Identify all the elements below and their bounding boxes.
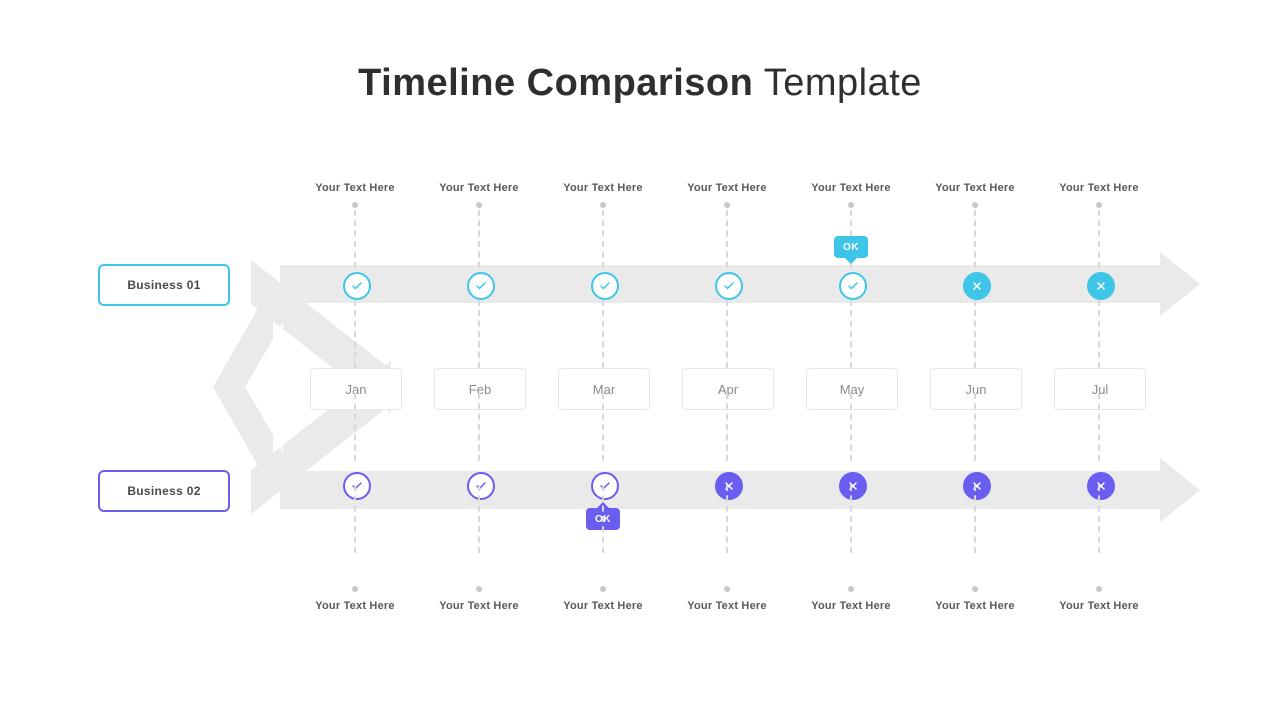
dash-line (478, 300, 480, 368)
dash-line (602, 393, 604, 461)
dot-icon (600, 586, 606, 592)
dash-line (1098, 393, 1100, 461)
x-icon (839, 472, 867, 500)
dash-line (354, 210, 356, 278)
dash-line (354, 393, 356, 461)
timeline-column-1: Your Text HereFebYour Text Here (434, 182, 524, 612)
dot-icon (352, 202, 358, 208)
check-icon (467, 472, 495, 500)
arrow-tail-cut (245, 322, 283, 452)
bottom-label: Your Text Here (1009, 600, 1189, 612)
check-icon (591, 472, 619, 500)
dash-line (602, 300, 604, 368)
month-label: Jun (930, 368, 1022, 410)
title-bold: Timeline Comparison (358, 62, 753, 104)
dash-line (974, 300, 976, 368)
timeline-column-4: Your Text HereOKMayYour Text Here (806, 182, 896, 612)
x-icon (715, 472, 743, 500)
timeline-arrowhead-2 (1160, 458, 1200, 522)
dot-icon (352, 586, 358, 592)
month-label: Mar (558, 368, 650, 410)
dot-icon (724, 202, 730, 208)
dash-line (850, 485, 852, 553)
dash-line (478, 393, 480, 461)
dot-icon (600, 202, 606, 208)
dot-icon (972, 202, 978, 208)
dash-line (974, 485, 976, 553)
check-icon (343, 472, 371, 500)
dash-line (726, 210, 728, 278)
x-icon (1087, 472, 1115, 500)
dash-line (1098, 300, 1100, 368)
dash-line (1098, 485, 1100, 553)
dot-icon (1096, 586, 1102, 592)
dot-icon (972, 586, 978, 592)
dash-line (974, 210, 976, 278)
timeline-column-6: Your Text HereJulYour Text Here (1054, 182, 1144, 612)
x-icon (963, 272, 991, 300)
dot-icon (724, 586, 730, 592)
dash-line (1098, 210, 1100, 278)
timeline-arrowhead-1 (1160, 252, 1200, 316)
x-icon (1087, 272, 1115, 300)
timeline-column-2: Your Text HereMarOKYour Text Here (558, 182, 648, 612)
dot-icon (1096, 202, 1102, 208)
check-icon (839, 272, 867, 300)
business-1-label: Business 01 (98, 264, 230, 306)
month-label: Jul (1054, 368, 1146, 410)
month-label: May (806, 368, 898, 410)
dash-line (478, 210, 480, 278)
dot-icon (848, 202, 854, 208)
timeline-column-5: Your Text HereJunYour Text Here (930, 182, 1020, 612)
dash-line (602, 210, 604, 278)
business-2-label: Business 02 (98, 470, 230, 512)
ok-bubble-row1: OK (834, 236, 868, 258)
top-label: Your Text Here (1009, 182, 1189, 194)
dash-line (726, 393, 728, 461)
dash-line (354, 485, 356, 553)
dash-line (850, 393, 852, 461)
check-icon (343, 272, 371, 300)
title-light: Template (753, 62, 922, 104)
dash-line (726, 485, 728, 553)
dash-line (850, 300, 852, 368)
month-label: Apr (682, 368, 774, 410)
check-icon (715, 272, 743, 300)
timeline-column-3: Your Text HereAprYour Text Here (682, 182, 772, 612)
dash-line (974, 393, 976, 461)
month-label: Feb (434, 368, 526, 410)
dot-icon (476, 586, 482, 592)
dash-line (726, 300, 728, 368)
timeline-column-0: Your Text HereJanYour Text Here (310, 182, 400, 612)
slide-title: Timeline Comparison Template (0, 62, 1280, 105)
dash-line (478, 485, 480, 553)
dash-line (602, 485, 604, 553)
month-label: Jan (310, 368, 402, 410)
dot-icon (476, 202, 482, 208)
dash-line (354, 300, 356, 368)
check-icon (591, 272, 619, 300)
dot-icon (848, 586, 854, 592)
slide: Timeline Comparison Template Business 01… (0, 0, 1280, 720)
x-icon (963, 472, 991, 500)
check-icon (467, 272, 495, 300)
